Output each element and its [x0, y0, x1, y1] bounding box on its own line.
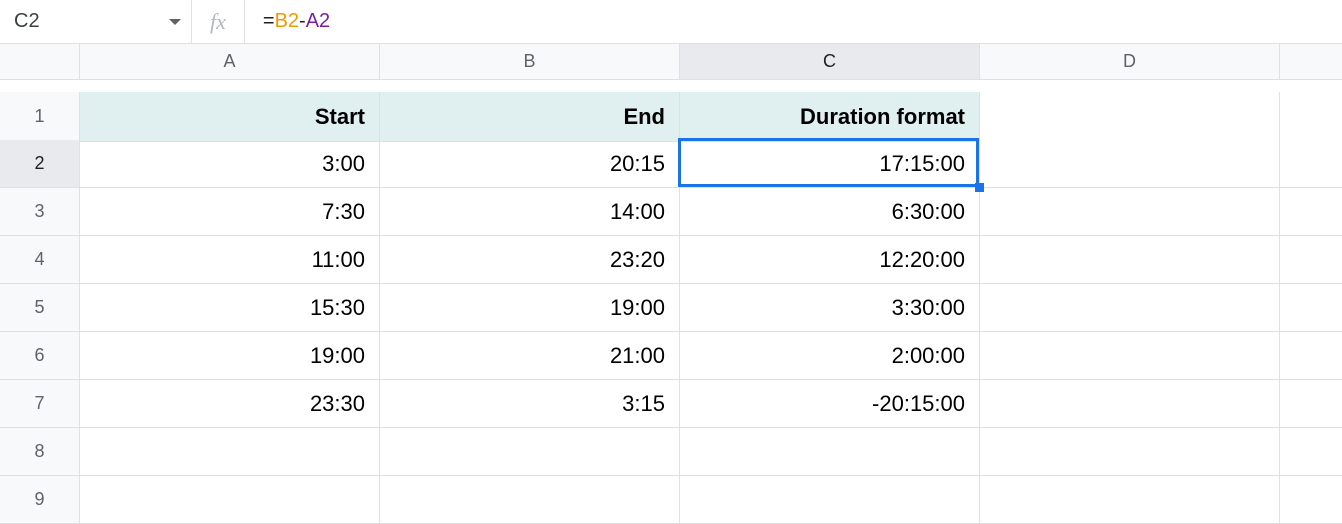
formula-input[interactable]: = B2 - A2: [245, 0, 1342, 43]
cell-C8[interactable]: [680, 428, 980, 476]
cell-B2[interactable]: 20:15: [380, 140, 680, 188]
cell-D7[interactable]: [980, 380, 1280, 428]
cell-B3[interactable]: 14:00: [380, 188, 680, 236]
cell-E5[interactable]: [1280, 284, 1342, 332]
cell-C1[interactable]: Duration format: [680, 92, 980, 142]
cell-E2[interactable]: [1280, 140, 1342, 188]
cell-A3[interactable]: 7:30: [80, 188, 380, 236]
cell-E4[interactable]: [1280, 236, 1342, 284]
cell-B7[interactable]: 3:15: [380, 380, 680, 428]
formula-eq: =: [263, 10, 275, 33]
col-head-E[interactable]: E: [1280, 44, 1342, 80]
cell-C5[interactable]: 3:30:00: [680, 284, 980, 332]
cell-C2[interactable]: 17:15:00: [680, 140, 980, 188]
cell-D4[interactable]: [980, 236, 1280, 284]
cell-B6[interactable]: 21:00: [380, 332, 680, 380]
cell-C3[interactable]: 6:30:00: [680, 188, 980, 236]
cell-C9[interactable]: [680, 476, 980, 524]
cell-B4[interactable]: 23:20: [380, 236, 680, 284]
cell-D3[interactable]: [980, 188, 1280, 236]
col-head-D[interactable]: D: [980, 44, 1280, 80]
formula-ref1: B2: [275, 10, 299, 33]
cell-B5[interactable]: 19:00: [380, 284, 680, 332]
cell-C4[interactable]: 12:20:00: [680, 236, 980, 284]
cell-A9[interactable]: [80, 476, 380, 524]
cell-A4[interactable]: 11:00: [80, 236, 380, 284]
cell-A5[interactable]: 15:30: [80, 284, 380, 332]
row-head-9[interactable]: 9: [0, 476, 80, 524]
row-head-1[interactable]: 1: [0, 92, 80, 142]
cell-E6[interactable]: [1280, 332, 1342, 380]
name-box-value: C2: [14, 10, 163, 33]
spreadsheet-grid[interactable]: A B C D E 1 Start End Duration format 2 …: [0, 44, 1342, 524]
row-head-8[interactable]: 8: [0, 428, 80, 476]
cell-D9[interactable]: [980, 476, 1280, 524]
cell-B8[interactable]: [380, 428, 680, 476]
cell-A1[interactable]: Start: [80, 92, 380, 142]
name-box[interactable]: C2: [0, 0, 192, 43]
chevron-down-icon[interactable]: [169, 19, 181, 25]
formula-ref2: A2: [306, 10, 330, 33]
select-all-corner[interactable]: [0, 44, 80, 80]
col-head-B[interactable]: B: [380, 44, 680, 80]
row-head-6[interactable]: 6: [0, 332, 80, 380]
cell-C7[interactable]: -20:15:00: [680, 380, 980, 428]
cell-B1[interactable]: End: [380, 92, 680, 142]
col-head-A[interactable]: A: [80, 44, 380, 80]
cell-A2[interactable]: 3:00: [80, 140, 380, 188]
cell-E3[interactable]: [1280, 188, 1342, 236]
cell-E7[interactable]: [1280, 380, 1342, 428]
cell-E8[interactable]: [1280, 428, 1342, 476]
fx-icon: fx: [192, 0, 245, 43]
formula-op: -: [299, 10, 306, 33]
cell-A7[interactable]: 23:30: [80, 380, 380, 428]
row-head-2[interactable]: 2: [0, 140, 80, 188]
cell-D5[interactable]: [980, 284, 1280, 332]
cell-E9[interactable]: [1280, 476, 1342, 524]
cell-B9[interactable]: [380, 476, 680, 524]
cell-E1[interactable]: [1280, 92, 1342, 142]
cell-C6[interactable]: 2:00:00: [680, 332, 980, 380]
row-head-7[interactable]: 7: [0, 380, 80, 428]
cell-D1[interactable]: [980, 92, 1280, 142]
row-head-3[interactable]: 3: [0, 188, 80, 236]
fx-label: fx: [210, 9, 226, 35]
col-head-C[interactable]: C: [680, 44, 980, 80]
row-head-5[interactable]: 5: [0, 284, 80, 332]
cell-D8[interactable]: [980, 428, 1280, 476]
cell-A8[interactable]: [80, 428, 380, 476]
row-head-4[interactable]: 4: [0, 236, 80, 284]
cell-D2[interactable]: [980, 140, 1280, 188]
formula-bar: C2 fx = B2 - A2: [0, 0, 1342, 44]
cell-A6[interactable]: 19:00: [80, 332, 380, 380]
cell-D6[interactable]: [980, 332, 1280, 380]
